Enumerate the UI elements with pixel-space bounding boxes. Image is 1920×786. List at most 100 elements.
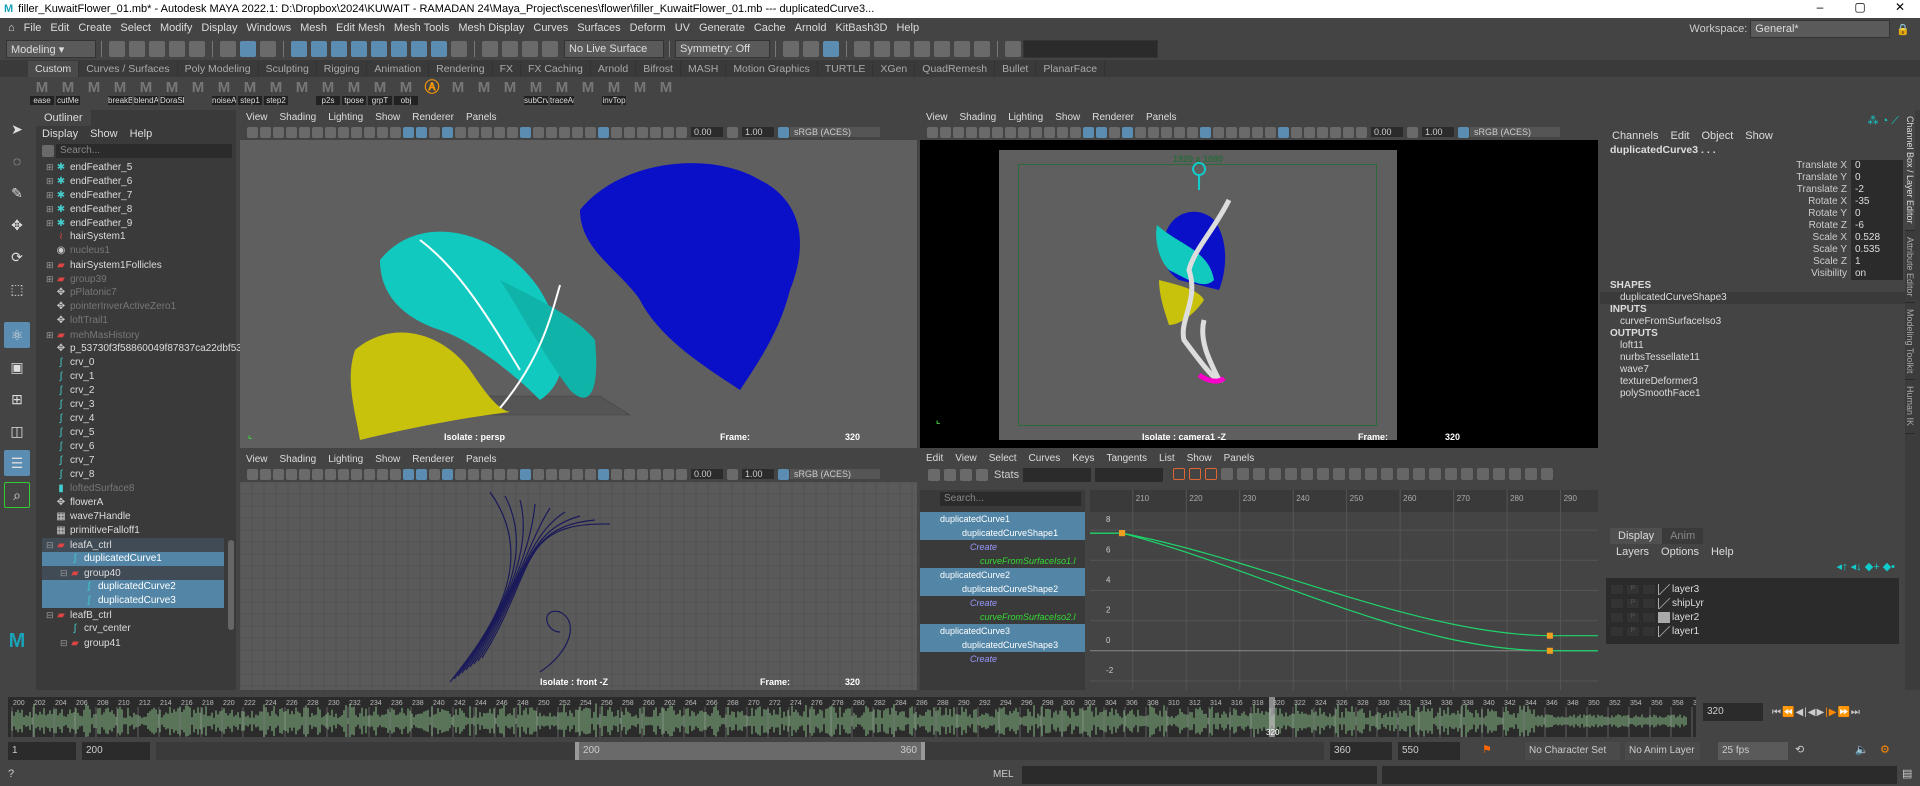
menu-windows[interactable]: Windows [246, 22, 291, 34]
shelf-button[interactable]: Mstep2 [264, 79, 288, 105]
menu-mesh-tools[interactable]: Mesh Tools [394, 22, 449, 34]
anim-curve[interactable] [1090, 532, 1598, 652]
minimize-button[interactable]: – [1800, 0, 1840, 14]
channel-value-field[interactable]: -2 [1851, 184, 1903, 196]
menuset-dropdown[interactable]: Modeling ▾ [6, 40, 96, 58]
channel-label[interactable]: Visibility [1811, 268, 1847, 280]
layer-color-swatch[interactable] [1658, 583, 1670, 595]
channel-label[interactable]: Rotate Z [1809, 220, 1847, 232]
output-item[interactable]: loft11 [1600, 340, 1905, 352]
shelf-button[interactable]: M [472, 79, 496, 105]
go-to-start-icon[interactable]: ⏮ [1772, 707, 1782, 718]
shelf-button[interactable]: MtraceAr [550, 79, 574, 105]
viewport-tool-icon[interactable] [940, 126, 951, 138]
step-forward-icon[interactable]: |▶ [1825, 707, 1837, 718]
graph-tool-icon[interactable] [1221, 467, 1234, 480]
render-frame-icon[interactable] [874, 41, 890, 57]
list-item[interactable]: ∫ crv_6 [42, 440, 224, 454]
list-item[interactable]: ⊞ ✱ endFeather_6 [42, 174, 224, 188]
shelf-button[interactable]: MgrpT [368, 79, 392, 105]
viewport-tool-icon[interactable] [1057, 126, 1068, 138]
graph-tool-icon[interactable] [1365, 467, 1378, 480]
list-item[interactable]: ✥ pPlatonic7 [42, 286, 224, 300]
graph-tool-icon[interactable] [1509, 467, 1522, 480]
shelf-button[interactable]: M [628, 79, 652, 105]
graph-tool-icon[interactable] [1237, 467, 1250, 480]
snap-pivot-icon[interactable] [411, 41, 427, 57]
exposure-field[interactable]: 0.00 [691, 469, 723, 479]
shelf-button[interactable]: M [498, 79, 522, 105]
play-back-icon[interactable]: ◀ [1808, 707, 1817, 718]
outliner-menu-display[interactable]: Display [42, 128, 78, 140]
list-item[interactable]: ⊞ ✱ endFeather_8 [42, 202, 224, 216]
viewport-tool-icon[interactable] [663, 468, 674, 480]
list-item[interactable]: ⊞ ▰ mehMasHistory [42, 328, 224, 342]
viewport-tool-icon[interactable] [286, 468, 297, 480]
new-layer-selected-icon[interactable]: ◆• [1883, 561, 1895, 573]
play-forward-icon[interactable]: ▶ [1816, 707, 1825, 718]
viewport-tool-icon[interactable] [1018, 126, 1029, 138]
step-forward-key-icon[interactable]: ⏩ [1837, 707, 1850, 718]
shelf-button[interactable]: McutMe [56, 79, 80, 105]
viewport-tool-icon[interactable] [650, 126, 661, 138]
viewport-tool-icon[interactable] [927, 126, 938, 138]
viewport-menu-renderer[interactable]: Renderer [1092, 112, 1134, 123]
fps-dropdown[interactable]: 25 fps [1718, 742, 1788, 760]
shelf-button[interactable]: M [186, 79, 210, 105]
graph-tool-icon[interactable] [1189, 467, 1202, 480]
viewport-tool-icon[interactable] [286, 126, 297, 138]
range-handle[interactable]: 200 360 [575, 742, 925, 760]
channel-value-field[interactable]: 0 [1851, 208, 1903, 220]
exposure-field[interactable]: 0.00 [1371, 127, 1403, 137]
graph-outliner-item[interactable]: duplicatedCurveShape1 [920, 526, 1085, 540]
tab-arnold[interactable]: Arnold [591, 60, 637, 77]
current-frame-field[interactable]: 320 [1703, 703, 1763, 721]
graph-menu-view[interactable]: View [955, 453, 977, 464]
tab-curves-surfaces[interactable]: Curves / Surfaces [79, 60, 178, 77]
list-item[interactable]: ≀ hairSystem1 [42, 230, 224, 244]
viewport-menu-shading[interactable]: Shading [960, 112, 997, 123]
viewport-tool-icon[interactable] [533, 126, 544, 138]
display-type-toggle[interactable] [1642, 583, 1656, 595]
output-item[interactable]: wave7 [1600, 364, 1905, 376]
viewport-tool-icon[interactable] [546, 126, 557, 138]
channel-menu-channels[interactable]: Channels [1612, 130, 1658, 142]
playback-start-field[interactable]: 200 [82, 742, 150, 760]
viewport-tool-icon[interactable] [429, 468, 440, 480]
viewport-tool-icon[interactable] [1135, 126, 1146, 138]
viewport-tool-icon[interactable] [325, 468, 336, 480]
graph-outliner-item[interactable]: Create [920, 652, 1085, 666]
move-layer-up-icon[interactable]: ◂↑ [1837, 561, 1848, 573]
list-item[interactable]: ∫ crv_8 [42, 468, 224, 482]
shelf-button[interactable]: MinvTop [602, 79, 626, 105]
snap-surface-icon[interactable] [371, 41, 387, 57]
menu-generate[interactable]: Generate [699, 22, 745, 34]
viewport-tool-icon[interactable] [364, 126, 375, 138]
channel-label[interactable]: Scale X [1813, 232, 1847, 244]
list-item[interactable]: ∫ crv_4 [42, 412, 224, 426]
viewport-tool-icon[interactable] [1291, 126, 1302, 138]
select-by-name-icon[interactable] [1005, 41, 1021, 57]
list-item[interactable]: ⊟ ▰ group40 [42, 566, 224, 580]
viewport-tool-icon[interactable] [1161, 126, 1172, 138]
viewport-tool-icon[interactable] [299, 126, 310, 138]
graph-menu-select[interactable]: Select [989, 453, 1017, 464]
sidebar-toggle-icon[interactable] [803, 41, 819, 57]
menu-arnold[interactable]: Arnold [795, 22, 827, 34]
shelf-button[interactable]: Mease [30, 79, 54, 105]
list-item[interactable]: ✥ p_53730f3f58860049f87837ca22dbf535 [42, 342, 248, 356]
graph-tool-icon[interactable] [1541, 467, 1554, 480]
list-item[interactable]: ∫ crv_7 [42, 454, 224, 468]
character-set-dropdown[interactable]: No Character Set [1525, 742, 1620, 760]
menu-modify[interactable]: Modify [160, 22, 192, 34]
region-icon[interactable] [976, 469, 988, 481]
lock-icon[interactable]: 🔒 [1896, 23, 1910, 36]
list-item[interactable]: ∫ crv_5 [42, 426, 224, 440]
visibility-toggle[interactable] [1610, 611, 1624, 623]
viewport-tool-icon[interactable] [611, 126, 622, 138]
move-key-icon[interactable] [928, 469, 940, 481]
viewport-tool-icon[interactable] [494, 126, 505, 138]
menu-deform[interactable]: Deform [630, 22, 666, 34]
viewport-tool-icon[interactable] [1005, 126, 1016, 138]
layer-menu-layers[interactable]: Layers [1616, 546, 1649, 558]
